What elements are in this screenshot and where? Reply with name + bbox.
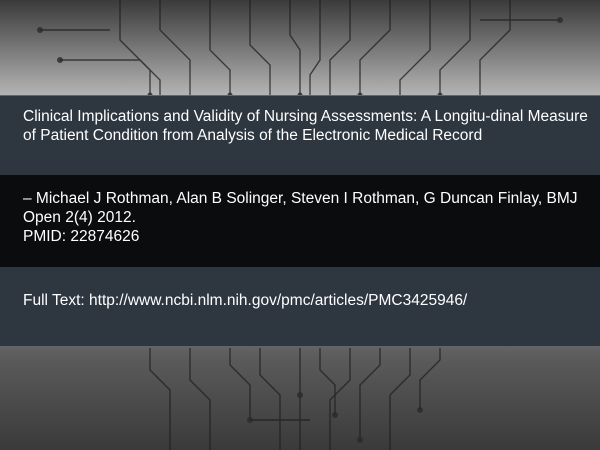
authors-band: – Michael J Rothman, Alan B Solinger, St… xyxy=(0,175,600,267)
full-text-link[interactable]: Full Text: http://www.ncbi.nlm.nih.gov/p… xyxy=(23,291,590,310)
citation-pmid: PMID: 22874626 xyxy=(23,228,140,245)
slide-title: Clinical Implications and Validity of Nu… xyxy=(23,108,588,144)
fulltext-band: Full Text: http://www.ncbi.nlm.nih.gov/p… xyxy=(0,267,600,347)
citation-authors: – Michael J Rothman, Alan B Solinger, St… xyxy=(23,190,578,226)
title-band: Clinical Implications and Validity of Nu… xyxy=(0,95,600,175)
